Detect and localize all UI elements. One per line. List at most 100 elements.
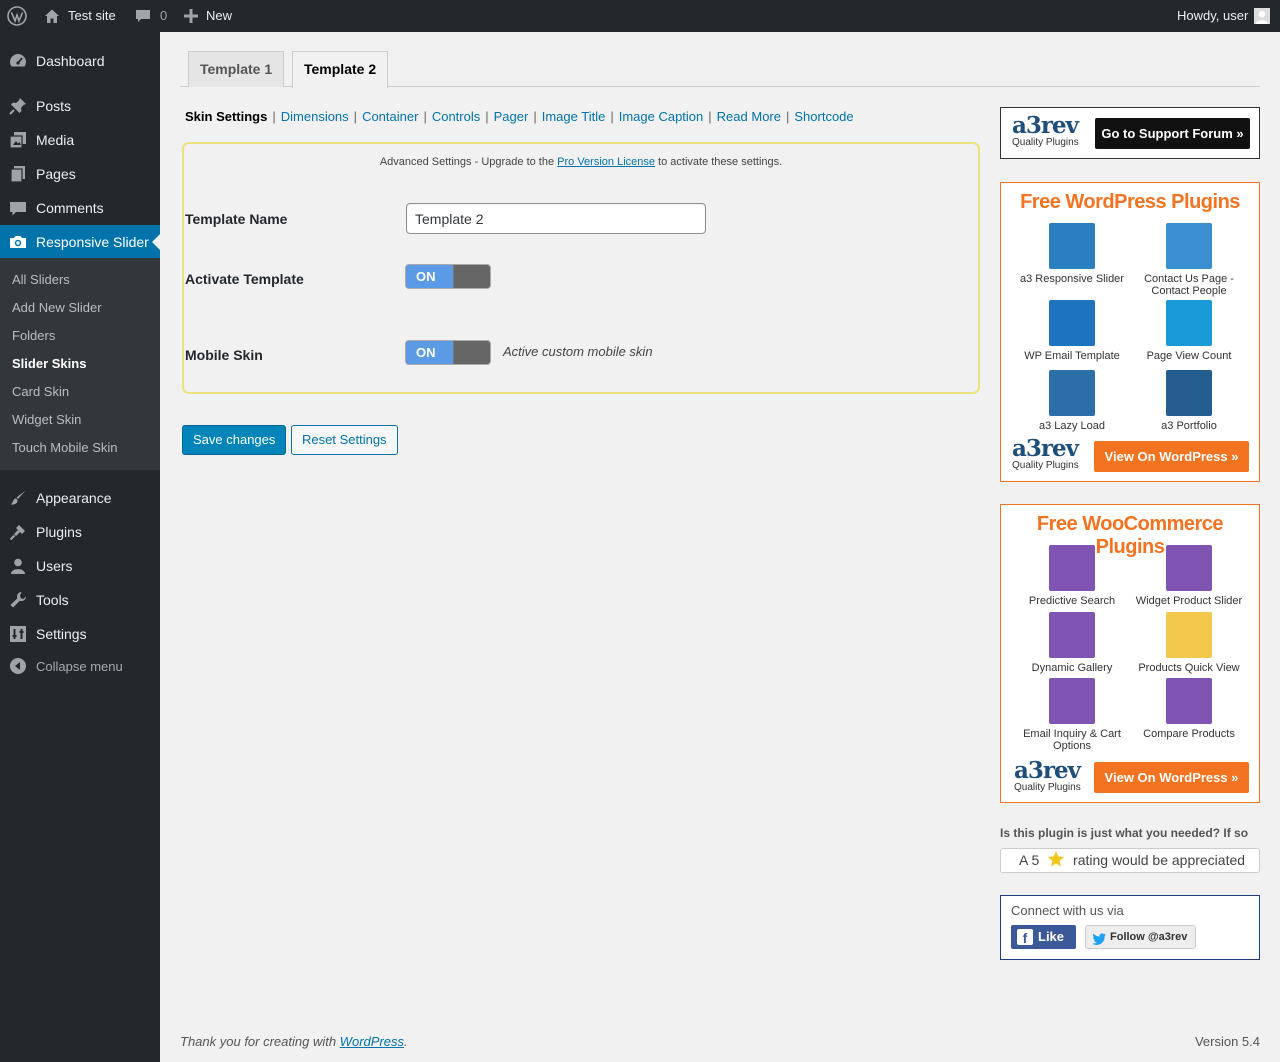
submenu-folders[interactable]: Folders — [12, 328, 55, 343]
collapse-menu-button[interactable]: Collapse menu — [0, 649, 160, 683]
plugin-compare-products[interactable]: Compare Products — [1129, 678, 1249, 740]
support-forum-button[interactable]: Go to Support Forum » — [1095, 118, 1250, 149]
submenu-add-new-slider[interactable]: Add New Slider — [12, 300, 102, 315]
comments-link[interactable]: 0 — [135, 0, 167, 32]
facebook-like-button[interactable]: f Like — [1011, 925, 1076, 949]
footer-text: Thank you for creating with — [180, 1034, 340, 1049]
plugin-wp-email-template[interactable]: WP Email Template — [1012, 300, 1132, 362]
view-on-wordpress-button[interactable]: View On WordPress » — [1094, 441, 1249, 472]
plugin-page-view-count[interactable]: Page View Count — [1129, 300, 1249, 362]
twitter-follow-button[interactable]: Follow @a3rev — [1085, 925, 1196, 949]
submenu-touch-mobile-skin[interactable]: Touch Mobile Skin — [12, 440, 118, 455]
view-on-wordpress-button[interactable]: View On WordPress » — [1094, 762, 1249, 793]
plugin-thumbnail — [1166, 545, 1212, 591]
subnav-separator: | — [785, 109, 790, 124]
subnav-image-title[interactable]: Image Title — [542, 109, 606, 124]
subnav-shortcode[interactable]: Shortcode — [794, 109, 853, 124]
subnav-separator: | — [610, 109, 614, 124]
dashboard-icon — [0, 52, 36, 70]
subnav-separator: | — [533, 109, 537, 124]
menu-label: Responsive Slider — [36, 234, 149, 250]
plugin-label: WP Email Template — [1024, 350, 1120, 362]
my-account-link[interactable]: Howdy, user — [1177, 0, 1271, 32]
rating-link[interactable]: A 5 rating would be appreciated — [1000, 848, 1260, 873]
plugin-label: Widget Product Slider — [1135, 595, 1243, 607]
menu-item-comments[interactable]: Comments — [0, 191, 160, 225]
plugin-dynamic-gallery[interactable]: Dynamic Gallery — [1012, 612, 1132, 674]
subnav-image-caption[interactable]: Image Caption — [619, 109, 704, 124]
submenu-widget-skin[interactable]: Widget Skin — [12, 412, 81, 427]
wordpress-logo-icon[interactable] — [7, 0, 27, 32]
support-box: a3rev Quality Plugins Go to Support Foru… — [1000, 107, 1260, 159]
plugin-a3-portfolio[interactable]: a3 Portfolio — [1129, 370, 1249, 432]
pro-license-link[interactable]: Pro Version License — [557, 156, 655, 168]
plugin-thumbnail — [1166, 370, 1212, 416]
logo-subtitle: Quality Plugins — [1012, 137, 1079, 148]
reset-settings-button[interactable]: Reset Settings — [291, 425, 398, 455]
plugin-predictive-search[interactable]: Predictive Search — [1012, 545, 1132, 607]
subnav-skin-settings[interactable]: Skin Settings — [185, 109, 267, 124]
menu-label: Users — [36, 558, 73, 574]
plugin-label: Predictive Search — [1028, 595, 1116, 607]
plugin-thumbnail — [1166, 678, 1212, 724]
activate-template-toggle[interactable]: ON — [405, 264, 491, 289]
tab-template-2[interactable]: Template 2 — [292, 51, 389, 88]
logo-subtitle: Quality Plugins — [1012, 460, 1079, 471]
plugin-label: Compare Products — [1143, 728, 1235, 740]
plugin-contact-us-page[interactable]: Contact Us Page - Contact People — [1129, 223, 1249, 297]
plugin-label: Dynamic Gallery — [1031, 662, 1113, 674]
wordpress-link[interactable]: WordPress — [340, 1034, 404, 1049]
new-content-link[interactable]: New — [184, 0, 232, 32]
menu-label: Media — [36, 132, 75, 148]
plug-icon — [0, 523, 36, 541]
save-changes-button[interactable]: Save changes — [182, 425, 287, 455]
plugin-label: a3 Portfolio — [1161, 420, 1217, 432]
toggle-on-label: ON — [406, 341, 453, 364]
wp-plugins-title: Free WordPress Plugins — [1020, 191, 1240, 213]
plugin-a3-responsive-slider[interactable]: a3 Responsive Slider — [1012, 223, 1132, 285]
brush-icon — [0, 489, 36, 507]
plugin-thumbnail — [1049, 370, 1095, 416]
plugin-email-inquiry[interactable]: Email Inquiry & Cart Options — [1012, 678, 1132, 752]
collapse-icon — [0, 657, 36, 675]
plugin-thumbnail — [1166, 300, 1212, 346]
mobile-skin-toggle[interactable]: ON — [405, 340, 491, 365]
logo-subtitle: Quality Plugins — [1014, 782, 1081, 793]
a3rev-logo[interactable]: a3rev Quality Plugins — [1012, 114, 1088, 155]
menu-label: Appearance — [36, 490, 112, 506]
subnav-read-more[interactable]: Read More — [717, 109, 781, 124]
plugin-thumbnail — [1049, 612, 1095, 658]
menu-item-posts[interactable]: Posts — [0, 89, 160, 123]
menu-item-dashboard[interactable]: Dashboard — [0, 44, 160, 78]
wrench-icon — [0, 591, 36, 609]
menu-label: Collapse menu — [36, 658, 123, 674]
toggle-knob — [453, 341, 490, 364]
menu-item-settings[interactable]: Settings — [0, 617, 160, 651]
subnav-container[interactable]: Container — [362, 109, 418, 124]
tab-template-1[interactable]: Template 1 — [188, 51, 285, 87]
menu-item-appearance[interactable]: Appearance — [0, 481, 160, 515]
toggle-knob — [453, 265, 490, 288]
menu-item-users[interactable]: Users — [0, 549, 160, 583]
activate-template-label: Activate Template — [185, 271, 304, 287]
submenu-all-sliders[interactable]: All Sliders — [12, 272, 70, 287]
plugin-widget-product-slider[interactable]: Widget Product Slider — [1129, 545, 1249, 607]
template-name-input[interactable] — [406, 203, 706, 234]
menu-item-plugins[interactable]: Plugins — [0, 515, 160, 549]
menu-item-tools[interactable]: Tools — [0, 583, 160, 617]
a3rev-logo[interactable]: a3rev Quality Plugins — [1014, 759, 1090, 800]
user-icon — [0, 557, 36, 575]
subnav-pager[interactable]: Pager — [494, 109, 529, 124]
plugin-a3-lazy-load[interactable]: a3 Lazy Load — [1012, 370, 1132, 432]
plugin-label: Contact Us Page - Contact People — [1144, 273, 1234, 297]
plugin-products-quick-view[interactable]: Products Quick View — [1129, 612, 1249, 674]
subnav-controls[interactable]: Controls — [432, 109, 480, 124]
a3rev-logo[interactable]: a3rev Quality Plugins — [1012, 437, 1088, 478]
menu-item-pages[interactable]: Pages — [0, 157, 160, 191]
menu-item-responsive-slider[interactable]: Responsive Slider — [0, 225, 160, 259]
subnav-dimensions[interactable]: Dimensions — [281, 109, 349, 124]
submenu-card-skin[interactable]: Card Skin — [12, 384, 69, 399]
site-name-link[interactable]: Test site — [44, 0, 116, 32]
menu-item-media[interactable]: Media — [0, 123, 160, 157]
submenu-slider-skins[interactable]: Slider Skins — [12, 356, 86, 371]
